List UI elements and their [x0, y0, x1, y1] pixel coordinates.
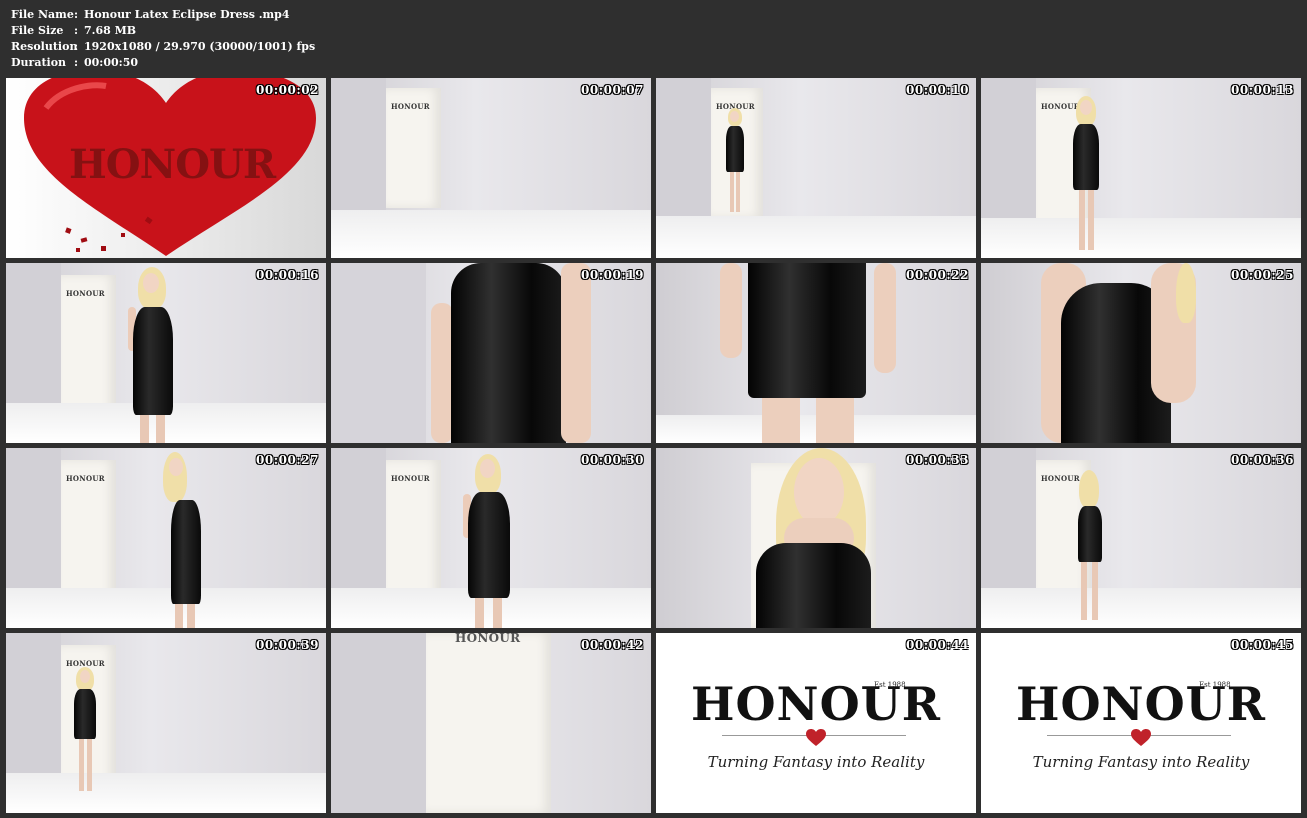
info-separator: : — [74, 24, 79, 37]
timestamp: 00:00:16 — [256, 268, 319, 282]
file-info-panel: File Name : Honour Latex Eclipse Dress .… — [11, 7, 315, 71]
timestamp: 00:00:13 — [1231, 83, 1294, 97]
thumbnail-model-far-2[interactable]: HONOUR 00:00:39 — [6, 633, 326, 813]
timestamp: 00:00:45 — [1231, 638, 1294, 652]
door-logo: HONOUR — [1041, 474, 1080, 483]
brand-established: Est 1988 — [1199, 681, 1231, 689]
info-value: 00:00:50 — [84, 56, 139, 69]
timestamp: 00:00:25 — [1231, 268, 1294, 282]
leg — [762, 398, 800, 443]
arm — [561, 263, 591, 443]
info-row-file-size: File Size : 7.68 MB — [11, 23, 315, 39]
timestamp: 00:00:39 — [256, 638, 319, 652]
studio-floor — [6, 588, 326, 628]
studio-wall — [331, 263, 426, 443]
thumbnail-model-far[interactable]: HONOUR 00:00:10 — [656, 78, 976, 258]
timestamp: 00:00:44 — [906, 638, 969, 652]
thumbnail-dress-closeup-torso[interactable]: 00:00:19 — [331, 263, 651, 443]
thumbnail-model-pose[interactable]: HONOUR 00:00:16 — [6, 263, 326, 443]
studio-floor — [981, 218, 1301, 258]
thumbnail-model-back[interactable]: HONOUR 00:00:36 — [981, 448, 1301, 628]
info-label: File Name — [11, 8, 74, 21]
door-logo: HONOUR — [66, 289, 105, 298]
heart-icon — [806, 729, 826, 746]
arm — [720, 263, 742, 358]
face — [794, 458, 844, 526]
info-label: File Size — [11, 24, 64, 37]
thumbnail-dress-closeup-skirt[interactable]: 00:00:22 — [656, 263, 976, 443]
hair — [1176, 263, 1196, 323]
info-separator: : — [74, 56, 79, 69]
timestamp: 00:00:02 — [256, 83, 319, 97]
info-value: 7.68 MB — [84, 24, 137, 37]
thumbnail-model-pose-2[interactable]: HONOUR 00:00:30 — [331, 448, 651, 628]
info-row-duration: Duration : 00:00:50 — [11, 55, 315, 71]
info-label: Resolution — [11, 40, 78, 53]
info-separator: : — [74, 8, 79, 21]
thumbnail-grid: HONOUR 00:00:02 HONOUR 00:00:07 HONOUR 0… — [6, 78, 1301, 813]
timestamp: 00:00:33 — [906, 453, 969, 467]
heart-icon — [1131, 729, 1151, 746]
brand-name: HONOUR — [691, 677, 941, 731]
studio-floor — [656, 216, 976, 258]
thumbnail-model-walking[interactable]: HONOUR 00:00:13 — [981, 78, 1301, 258]
arm — [431, 303, 453, 443]
timestamp: 00:00:19 — [581, 268, 644, 282]
latex-dress — [756, 543, 871, 628]
info-separator: : — [74, 40, 79, 53]
studio-floor — [981, 588, 1301, 628]
thumbnail-brand-logo-2[interactable]: HONOUR Est 1988 Turning Fantasy into Rea… — [981, 633, 1301, 813]
thumbnail-brand-logo[interactable]: HONOUR Est 1988 Turning Fantasy into Rea… — [656, 633, 976, 813]
thumbnail-dress-closeup-bust[interactable]: 00:00:25 — [981, 263, 1301, 443]
thumbnail-heart-logo[interactable]: HONOUR 00:00:02 — [6, 78, 326, 258]
brand-tagline: Turning Fantasy into Reality — [1032, 753, 1250, 771]
info-value: 1920x1080 / 29.970 (30000/1001) fps — [84, 40, 316, 53]
studio-door — [426, 633, 551, 813]
door-logo: HONOUR — [391, 474, 430, 483]
studio-floor — [331, 210, 651, 258]
timestamp: 00:00:30 — [581, 453, 644, 467]
timestamp: 00:00:36 — [1231, 453, 1294, 467]
studio-wall — [331, 633, 426, 813]
info-row-resolution: Resolution : 1920x1080 / 29.970 (30000/1… — [11, 39, 315, 55]
timestamp: 00:00:27 — [256, 453, 319, 467]
door-logo: HONOUR — [391, 102, 430, 111]
heart-overlay-text: HONOUR — [69, 141, 276, 188]
door-logo: HONOUR — [455, 633, 521, 645]
timestamp: 00:00:07 — [581, 83, 644, 97]
brand-established: Est 1988 — [874, 681, 906, 689]
studio-floor — [6, 773, 326, 813]
timestamp: 00:00:10 — [906, 83, 969, 97]
info-row-file-name: File Name : Honour Latex Eclipse Dress .… — [11, 7, 315, 23]
leg — [816, 398, 854, 443]
brand-name: HONOUR — [1016, 677, 1266, 731]
latex-dress — [748, 263, 866, 398]
door-logo: HONOUR — [1041, 102, 1080, 111]
info-label: Duration — [11, 56, 67, 69]
timestamp: 00:00:22 — [906, 268, 969, 282]
thumbnail-model-side[interactable]: HONOUR 00:00:27 — [6, 448, 326, 628]
thumbnail-empty-doorway[interactable]: HONOUR 00:00:42 — [331, 633, 651, 813]
latex-dress — [451, 263, 566, 443]
timestamp: 00:00:42 — [581, 638, 644, 652]
thumbnail-model-portrait[interactable]: 00:00:33 — [656, 448, 976, 628]
thumbnail-empty-studio[interactable]: HONOUR 00:00:07 — [331, 78, 651, 258]
arm — [874, 263, 896, 373]
brand-tagline: Turning Fantasy into Reality — [707, 753, 925, 771]
door-logo: HONOUR — [66, 474, 105, 483]
info-value: Honour Latex Eclipse Dress .mp4 — [84, 8, 290, 21]
